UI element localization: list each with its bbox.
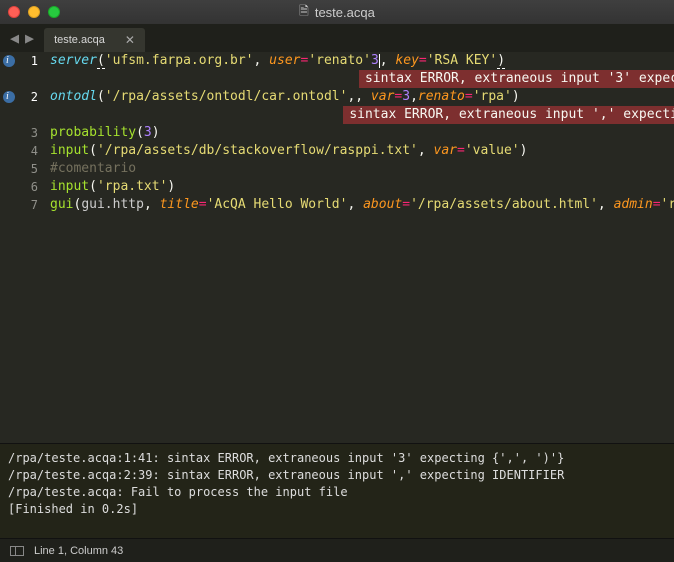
editor[interactable]: 1 2 3 4 5 6 7 server('ufsm.farpa.org.br'… <box>0 52 674 443</box>
console-line: /rpa/teste.acqa: Fail to process the inp… <box>8 484 666 501</box>
gutter-line-7: 7 <box>0 196 44 214</box>
tab-active[interactable]: teste.acqa ✕ <box>44 28 145 52</box>
panel-toggle-icon[interactable] <box>10 546 24 556</box>
window-title-text: teste.acqa <box>315 5 375 20</box>
console-line: [Finished in 0.2s] <box>8 501 666 518</box>
nav-arrows: ◀ ▶ <box>0 29 44 47</box>
console-line: /rpa/teste.acqa:1:41: sintax ERROR, extr… <box>8 450 666 467</box>
inline-error-2: sintax ERROR, extraneous input ',' expec… <box>343 106 674 124</box>
code-line-1[interactable]: server('ufsm.farpa.org.br', user='renato… <box>44 52 674 70</box>
console-line: /rpa/teste.acqa:2:39: sintax ERROR, extr… <box>8 467 666 484</box>
gutter-line-6: 6 <box>0 178 44 196</box>
minimize-window-button[interactable] <box>28 6 40 18</box>
titlebar: 🗎 teste.acqa <box>0 0 674 24</box>
tab-row: ◀ ▶ teste.acqa ✕ <box>0 24 674 52</box>
cursor-position: Line 1, Column 43 <box>34 545 123 557</box>
maximize-window-button[interactable] <box>48 6 60 18</box>
code-line-6[interactable]: input('rpa.txt') <box>44 178 674 196</box>
window-title: 🗎 teste.acqa <box>299 2 375 23</box>
gutter-line-5: 5 <box>0 160 44 178</box>
traffic-lights <box>0 6 60 18</box>
statusbar: Line 1, Column 43 <box>0 538 674 562</box>
close-window-button[interactable] <box>8 6 20 18</box>
code-area[interactable]: server('ufsm.farpa.org.br', user='renato… <box>44 52 674 443</box>
code-line-3[interactable]: probability(3) <box>44 124 674 142</box>
code-line-2[interactable]: ontodl('/rpa/assets/ontodl/car.ontodl',,… <box>44 88 674 106</box>
tab-label: teste.acqa <box>54 34 105 46</box>
gutter-line-2: 2 <box>0 88 44 106</box>
forward-icon[interactable]: ▶ <box>25 29 34 47</box>
gutter-line-3: 3 <box>0 124 44 142</box>
back-icon[interactable]: ◀ <box>10 29 19 47</box>
code-line-7[interactable]: gui(gui.http, title='AcQA Hello World', … <box>44 196 674 214</box>
tab-close-icon[interactable]: ✕ <box>125 33 135 47</box>
gutter: 1 2 3 4 5 6 7 <box>0 52 44 443</box>
code-line-4[interactable]: input('/rpa/assets/db/stackoverflow/rasp… <box>44 142 674 160</box>
gutter-line-4: 4 <box>0 142 44 160</box>
gutter-line-1: 1 <box>0 52 44 70</box>
output-console[interactable]: /rpa/teste.acqa:1:41: sintax ERROR, extr… <box>0 443 674 538</box>
inline-error-1: sintax ERROR, extraneous input '3' expec… <box>359 70 674 88</box>
code-line-5[interactable]: #comentario <box>44 160 674 178</box>
file-icon: 🗎 <box>299 2 309 23</box>
